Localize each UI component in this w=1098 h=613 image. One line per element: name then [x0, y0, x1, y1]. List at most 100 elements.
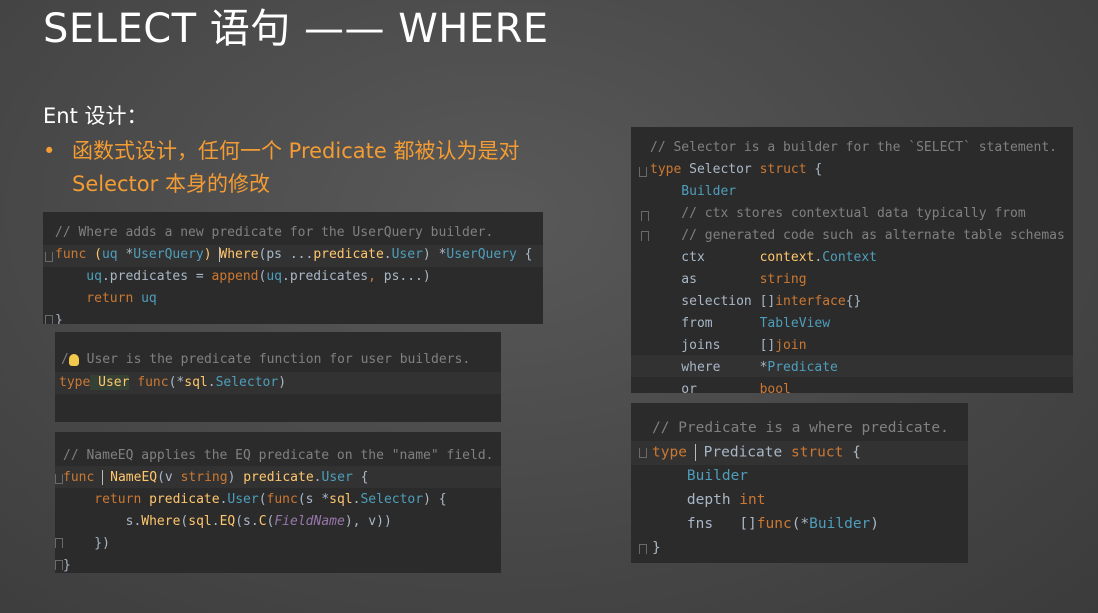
- builtin-append: append: [211, 269, 259, 284]
- field-name: joins: [650, 338, 760, 353]
- keyword: type: [59, 375, 91, 390]
- subheading: Ent 设计：: [43, 104, 148, 128]
- keyword: func: [55, 247, 87, 262]
- code-token: []: [739, 516, 757, 532]
- type-prefix: context: [759, 250, 815, 265]
- struct-field-line: where *Predicate: [650, 360, 838, 375]
- struct-field-line: joins []join: [650, 338, 807, 353]
- code-token: ), v)): [344, 514, 392, 529]
- code-line-fns: fns []func(*Builder): [652, 516, 879, 532]
- fold-marker-icon[interactable]: [55, 474, 63, 484]
- type-prefix: []: [759, 294, 776, 309]
- comment-slash: /: [61, 352, 69, 367]
- type-name: Selector: [360, 492, 424, 507]
- package-name: predicate: [141, 492, 220, 507]
- code-token: {: [516, 247, 533, 262]
- fold-marker-icon[interactable]: [639, 448, 647, 458]
- type-name: User: [90, 375, 130, 390]
- type-name: interface: [775, 294, 846, 309]
- code-panel-selector: // Selector is a builder for the `SELECT…: [631, 127, 1073, 393]
- comment-line: // NameEQ applies the EQ predicate on th…: [63, 448, 494, 463]
- type-name: Predicate: [694, 444, 783, 461]
- type-suffix: {}: [845, 294, 862, 309]
- comment-line: // Where adds a new predicate for the Us…: [55, 225, 494, 240]
- type-name: User: [391, 247, 423, 262]
- slide-title: SELECT 语句 —— WHERE: [43, 6, 549, 52]
- package-name: predicate: [243, 470, 314, 485]
- fold-marker-icon[interactable]: [55, 560, 63, 570]
- code-token: uq: [266, 269, 282, 284]
- function-name: C: [258, 514, 267, 529]
- code-token: ,: [368, 269, 384, 284]
- code-token: (*: [168, 375, 185, 390]
- field-name: or: [650, 382, 760, 393]
- code-line-close: }: [55, 313, 63, 324]
- type-name: Context: [822, 250, 877, 265]
- fold-marker-icon[interactable]: [639, 167, 647, 177]
- code-token: (: [86, 247, 102, 262]
- code-token: .: [383, 247, 392, 262]
- bullet-text-line1: 函数式设计，任何一个 Predicate 都被认为是对: [72, 139, 520, 163]
- type-name: bool: [759, 382, 791, 393]
- fold-marker-icon[interactable]: [641, 211, 649, 221]
- code-line-append: uq.predicates = append(uq.predicates, ps…: [55, 269, 431, 284]
- type-name: string: [180, 470, 228, 485]
- function-name: EQ: [219, 514, 236, 529]
- code-token: ps...): [383, 269, 431, 284]
- code-line-type-selector: type Selector struct {: [650, 162, 822, 177]
- code-line-builder: Builder: [652, 468, 749, 484]
- field-name: depth: [652, 492, 731, 508]
- fold-marker-icon[interactable]: [45, 315, 53, 324]
- code-token: {: [843, 444, 861, 461]
- struct-field-line: from TableView: [650, 316, 830, 331]
- code-token: *: [117, 247, 134, 262]
- comment-line: // generated code such as alternate tabl…: [650, 228, 1065, 243]
- type-name: UserQuery: [446, 247, 517, 262]
- keyword: type: [650, 162, 682, 177]
- type-name: UserQuery: [133, 247, 204, 262]
- code-token: {: [806, 162, 823, 177]
- code-panel-predicate: // Predicate is a where predicate. type …: [631, 403, 968, 563]
- code-token: (ps ...: [258, 247, 314, 262]
- type-name: User: [227, 492, 259, 507]
- code-line-where-call: s.Where(sql.EQ(s.C(FieldName), v)): [63, 514, 392, 529]
- type-name: join: [775, 338, 807, 353]
- code-line-close: }: [652, 540, 661, 556]
- code-line-builder: Builder: [650, 184, 737, 199]
- code-line-depth: depth int: [652, 492, 766, 508]
- package-name: sql: [329, 492, 353, 507]
- code-token: .predicates =: [101, 269, 212, 284]
- code-token: .predicates: [282, 269, 369, 284]
- fold-marker-icon[interactable]: [55, 538, 63, 548]
- keyword: type: [652, 444, 687, 461]
- code-token: ): [227, 470, 244, 485]
- struct-field-line: selection []interface{}: [650, 294, 861, 309]
- comment-line: // ctx stores contextual data typically …: [650, 206, 1026, 221]
- code-token: s.: [63, 514, 142, 529]
- type-name: Predicate: [767, 360, 838, 375]
- keyword: func: [266, 492, 298, 507]
- struct-field-line: as string: [650, 272, 806, 287]
- field-name: selection: [650, 294, 760, 309]
- keyword: func: [756, 516, 792, 532]
- code-token: (*: [791, 516, 810, 532]
- fold-marker-icon[interactable]: [45, 252, 53, 262]
- type-name: TableView: [759, 316, 831, 331]
- type-name: int: [730, 492, 766, 508]
- type-name: Selector: [681, 162, 760, 177]
- keyword: struct: [759, 162, 807, 177]
- code-token: (s.: [235, 514, 259, 529]
- code-token: (: [258, 492, 267, 507]
- code-line-return: return uq: [55, 291, 156, 306]
- code-panel-nameeq: // NameEQ applies the EQ predicate on th…: [55, 432, 501, 573]
- comment-line: / User is the predicate function for use…: [61, 352, 470, 367]
- comment-line: // Selector is a builder for the `SELECT…: [650, 140, 1057, 155]
- comment-text: User is the predicate function for user …: [78, 352, 471, 367]
- code-line-close-inner: }): [63, 536, 110, 551]
- type-name: Selector: [215, 375, 279, 390]
- fold-marker-icon[interactable]: [641, 231, 649, 241]
- code-panel-user: / User is the predicate function for use…: [55, 332, 501, 422]
- type-prefix: []: [759, 338, 776, 353]
- fold-marker-icon[interactable]: [639, 544, 647, 554]
- lightbulb-icon[interactable]: [68, 353, 79, 366]
